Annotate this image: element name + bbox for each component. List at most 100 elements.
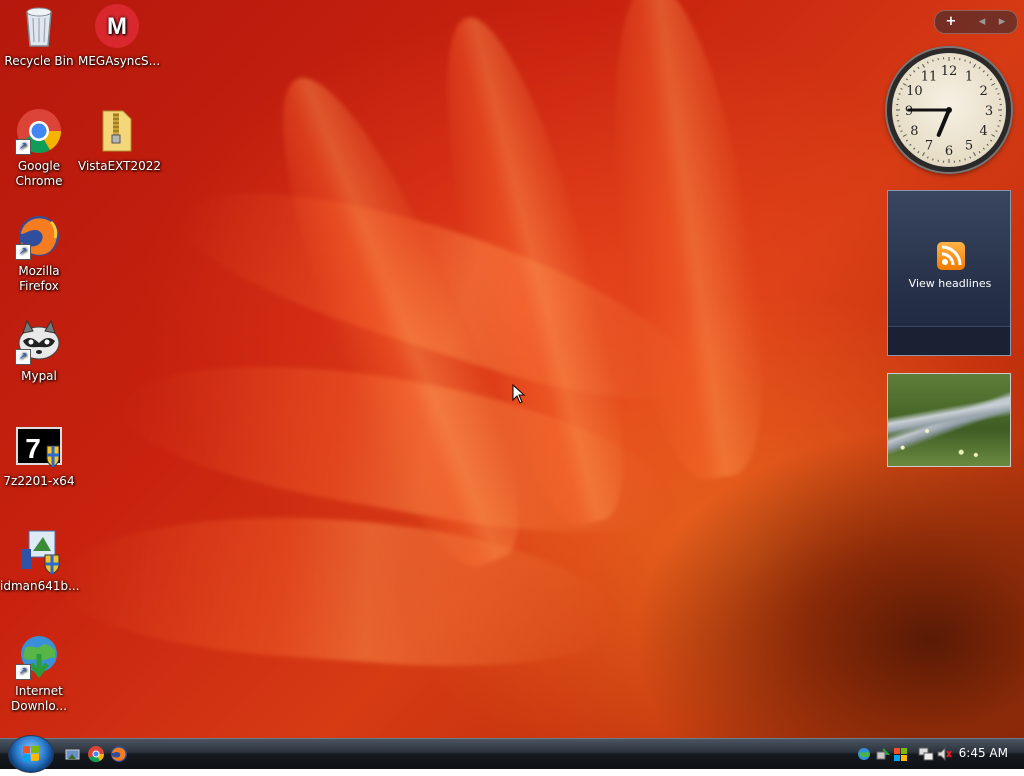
notification-area: 6:45 AM — [854, 739, 1024, 769]
desktop-icon-idman641b[interactable]: idman641b... — [0, 527, 78, 594]
taskbar: 6:45 AM — [0, 738, 1024, 769]
desktop-icon-mega[interactable]: M MEGAsyncS... — [78, 2, 156, 69]
clock-numeral: 2 — [979, 84, 987, 99]
clock-tick — [901, 131, 903, 132]
clock-tick — [918, 151, 919, 153]
desktop-icon-label: Recycle Bin — [0, 54, 78, 69]
clock-tick — [970, 157, 971, 159]
safely-remove-icon[interactable] — [874, 746, 890, 762]
desktop-icon-recycle-bin[interactable]: Recycle Bin — [0, 2, 78, 69]
volume-muted-icon[interactable] — [936, 746, 952, 762]
clock-tick — [974, 64, 976, 68]
clock-tick — [998, 94, 1000, 95]
recycle-bin-icon — [15, 2, 63, 50]
zip-folder-icon — [93, 107, 141, 155]
desktop-icon-label: 7z2201-x64 — [0, 474, 78, 489]
clock-tick — [906, 79, 908, 80]
clock-numeral: 7 — [925, 139, 933, 154]
clock-numeral: 5 — [965, 139, 973, 154]
view-headlines-label[interactable]: View headlines — [888, 277, 1012, 290]
clock-tick — [927, 157, 928, 159]
clock-tick — [933, 159, 934, 161]
clock-face: 121234567891011 — [892, 53, 1006, 167]
shortcut-arrow-icon: ↗ — [15, 664, 31, 680]
clock-tick — [996, 131, 998, 132]
clock-tick — [923, 152, 925, 156]
shortcut-arrow-icon: ↗ — [15, 349, 31, 365]
clock-tick — [918, 67, 919, 69]
sidebar-gadget-toolbar: + ◂ ▸ — [934, 10, 1018, 34]
firefox-icon: ↗ — [15, 212, 63, 260]
clock-tick — [991, 135, 995, 137]
clock-numeral: 10 — [906, 84, 923, 99]
clock-numeral: 6 — [945, 144, 953, 159]
clock-tick — [933, 60, 934, 62]
slideshow-gadget[interactable] — [887, 373, 1011, 467]
clock-tick — [914, 148, 915, 150]
clock-numeral: 1 — [965, 69, 973, 84]
clock-numeral: 11 — [921, 69, 938, 84]
clock-gadget[interactable]: 121234567891011 — [887, 48, 1011, 172]
clock-numeral: 4 — [979, 124, 987, 139]
clock-tick — [974, 152, 976, 156]
taskbar-clock[interactable]: 6:45 AM — [959, 746, 1008, 760]
desktop-icon-label: idman641b... — [0, 579, 78, 594]
clock-numeral: 12 — [941, 64, 958, 79]
desktop-icon-google-chrome[interactable]: ↗ Google Chrome — [0, 107, 78, 189]
svg-text:7: 7 — [25, 433, 41, 464]
clock-tick — [965, 159, 966, 161]
desktop-icon-7z2201-x64[interactable]: 7 7z2201-x64 — [0, 422, 78, 489]
desktop-icon-vistaext2022[interactable]: VistaEXT2022 — [78, 107, 156, 174]
clock-numeral: 8 — [910, 124, 918, 139]
mouse-cursor — [512, 384, 526, 408]
next-page-button[interactable]: ▸ — [993, 13, 1011, 31]
start-button[interactable] — [8, 735, 54, 773]
rss-feed-icon — [937, 242, 965, 270]
show-desktop-icon[interactable] — [64, 745, 82, 763]
clock-tick — [990, 140, 992, 141]
stream-meadow-photo — [888, 374, 1010, 466]
network-icon[interactable] — [918, 746, 934, 762]
shortcut-arrow-icon: ↗ — [15, 139, 31, 155]
desktop-icon-label: Google Chrome — [0, 159, 78, 189]
clock-tick — [910, 75, 912, 76]
clock-tick — [983, 148, 984, 150]
clock-tick — [983, 71, 984, 73]
previous-page-button[interactable]: ◂ — [973, 13, 991, 31]
clock-tick — [991, 84, 995, 86]
desktop-icon-label: MEGAsyncS... — [78, 54, 156, 69]
clock-hour-hand — [939, 110, 949, 135]
feed-headlines-gadget[interactable]: View headlines — [887, 190, 1011, 356]
clock-tick — [901, 88, 903, 89]
windows-logo-icon — [9, 736, 53, 772]
mega-icon: M — [93, 2, 141, 50]
desktop-icon-label: Mypal — [0, 369, 78, 384]
desktop-icon-internet-download-manager[interactable]: ↗ Internet Downlo... — [0, 632, 78, 714]
add-gadget-button[interactable]: + — [941, 13, 961, 31]
clock-tick — [914, 71, 915, 73]
desktop-icon-mypal[interactable]: ↗ Mypal — [0, 317, 78, 384]
firefox-icon[interactable] — [110, 745, 128, 763]
clock-numeral: 3 — [985, 104, 993, 119]
clock-tick — [899, 94, 901, 95]
clock-tick — [998, 126, 1000, 127]
clock-tick — [970, 62, 971, 64]
desktop[interactable]: Recycle Bin M MEGAsyncS... ↗ Google Chro… — [0, 0, 1024, 738]
clock-tick — [903, 135, 907, 137]
windows-update-icon[interactable] — [892, 746, 908, 762]
clock-tick — [996, 88, 998, 89]
chrome-icon[interactable] — [87, 745, 105, 763]
clock-tick — [979, 151, 980, 153]
headlines-footer — [888, 326, 1010, 355]
clock-tick — [987, 144, 989, 145]
clock-tick — [906, 140, 908, 141]
clock-tick — [965, 60, 966, 62]
clock-tick — [899, 126, 901, 127]
idm-installer-icon — [15, 527, 63, 575]
desktop-icon-label: VistaEXT2022 — [78, 159, 156, 174]
clock-tick — [923, 64, 925, 68]
clock-tick — [979, 67, 980, 69]
desktop-icon-mozilla-firefox[interactable]: ↗ Mozilla Firefox — [0, 212, 78, 294]
network-globe-icon[interactable] — [856, 746, 872, 762]
clock-tick — [927, 62, 928, 64]
